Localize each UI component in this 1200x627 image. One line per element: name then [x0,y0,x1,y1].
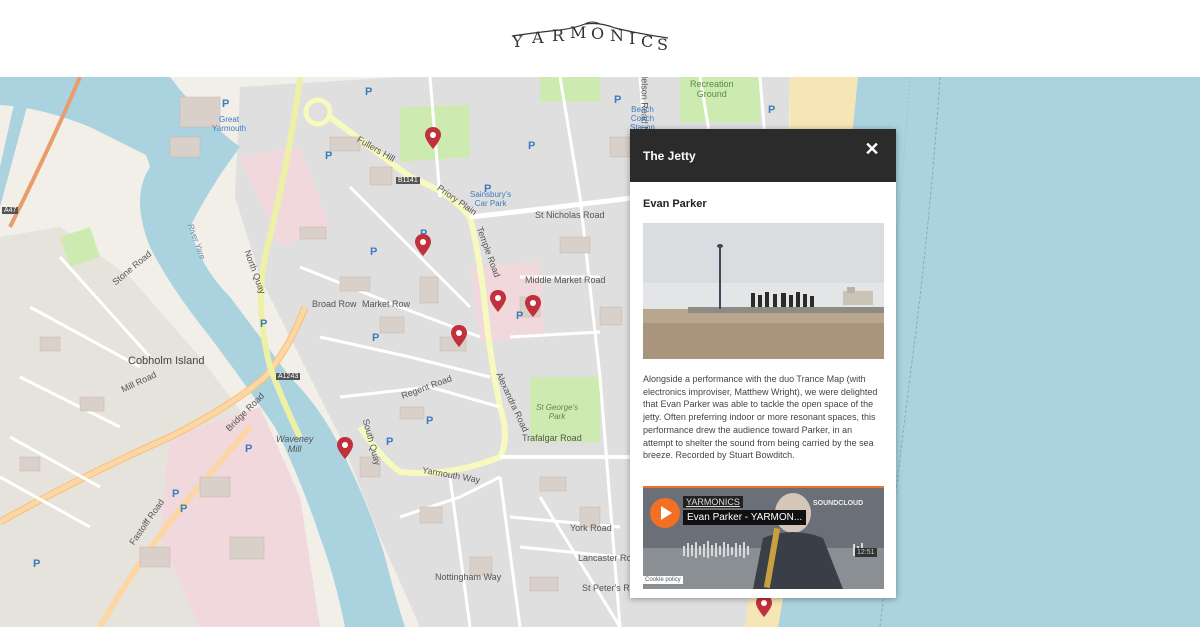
jetty-photo [643,223,884,359]
popup-title: The Jetty [643,149,696,163]
svg-text:P: P [516,310,523,322]
site-header: Y A R M O N I C S [0,0,1200,77]
svg-text:P: P [386,436,393,448]
location-marker-icon[interactable] [756,595,772,617]
logo-letter: I [629,29,636,48]
svg-text:P: P [172,488,179,500]
location-marker-icon[interactable] [425,127,441,149]
logo-letter: C [641,32,654,51]
popup-description: Alongside a performance with the duo Tra… [643,374,878,461]
popup-header: The Jetty ✕ [630,129,896,182]
location-marker-icon[interactable] [525,295,541,317]
yarmonics-logo[interactable]: Y A R M O N I C S [500,18,680,58]
location-marker-icon[interactable] [337,437,353,459]
artist-name: Evan Parker [643,198,707,210]
svg-text:P: P [33,558,40,570]
soundcloud-player[interactable]: YARMONICS Evan Parker - YARMON... SOUNDC… [643,486,884,589]
svg-text:P: P [768,104,775,116]
svg-text:P: P [426,415,433,427]
svg-text:P: P [372,332,379,344]
svg-text:P: P [325,150,332,162]
svg-text:P: P [222,98,229,110]
svg-text:P: P [528,140,535,152]
location-marker-icon[interactable] [451,325,467,347]
logo-letter: S [657,35,668,54]
map-canvas[interactable]: PPP PPP PPP PPP PPP PPP Cobholm Island G… [0,77,1200,627]
svg-text:P: P [370,246,377,258]
svg-text:P: P [614,94,621,106]
svg-text:P: P [365,86,372,98]
logo-letter: A [532,28,544,47]
location-marker-icon[interactable] [415,234,431,256]
location-popup: The Jetty ✕ Evan Parker Alongside a perf… [630,129,896,598]
svg-text:P: P [245,443,252,455]
logo-letter: Y [512,32,523,51]
logo-letter: O [591,24,605,43]
svg-text:P: P [180,503,187,515]
logo-letter: N [610,26,624,45]
logo-letter: R [552,26,565,45]
player-track-title[interactable]: Evan Parker - YARMON... [683,510,807,525]
svg-text:P: P [260,318,267,330]
track-duration: 12:51 [855,548,877,557]
player-user-link[interactable]: YARMONICS [683,496,743,508]
map-tiles: PPP PPP PPP PPP PPP PPP [0,77,1200,627]
logo-letter: M [570,23,587,42]
location-marker-icon[interactable] [490,290,506,312]
logo-wordmark: Y A R M O N I C S [500,18,680,58]
cookie-policy-link[interactable]: Cookie policy [643,576,683,584]
soundcloud-logo[interactable]: SOUNDCLOUD [813,500,863,507]
svg-text:P: P [484,183,491,195]
close-icon[interactable]: ✕ [862,139,882,159]
play-icon[interactable] [650,498,680,528]
